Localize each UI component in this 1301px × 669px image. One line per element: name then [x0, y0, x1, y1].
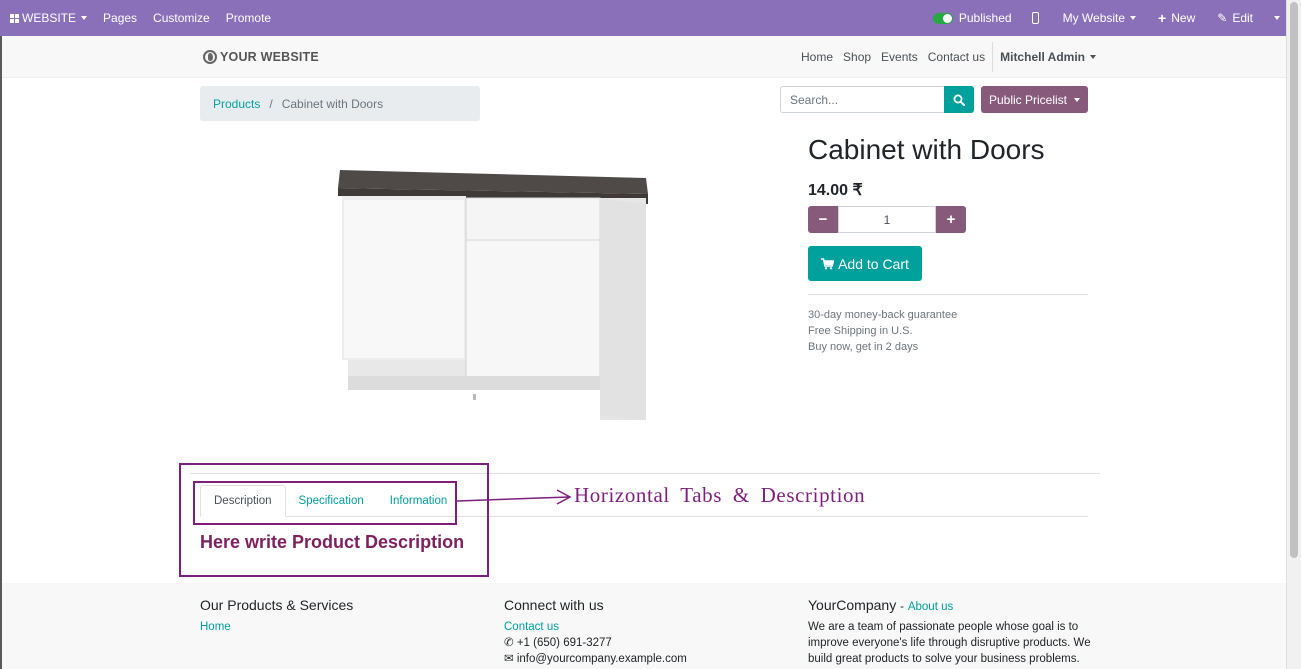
pencil-icon: ✎: [1217, 11, 1228, 25]
product-price: 14.00 ₹: [808, 182, 863, 199]
my-website-label: My Website: [1062, 11, 1126, 25]
site-logo[interactable]: YOUR WEBSITE: [203, 50, 319, 64]
breadcrumb-products[interactable]: Products: [213, 97, 260, 111]
customize-menu[interactable]: Customize: [145, 0, 218, 36]
product-search: [780, 86, 974, 113]
footer-email: ✉ info@yourcompany.example.com: [504, 651, 687, 667]
edit-label: Edit: [1232, 11, 1253, 25]
company-name: YourCompany: [808, 597, 897, 613]
new-button[interactable]: + New: [1150, 0, 1209, 36]
apps-grid-icon: [10, 13, 19, 23]
breadcrumb-current: Cabinet with Doors: [281, 96, 384, 111]
toggle-switch-icon: [932, 12, 953, 24]
footer-company-column: YourCompany - About us We are a team of …: [808, 597, 1093, 667]
website-menu[interactable]: WEBSITE: [0, 0, 95, 36]
about-us-link[interactable]: About us: [908, 601, 953, 613]
mobile-icon: [1031, 12, 1039, 24]
envelope-icon: ✉: [504, 653, 514, 665]
footer-products-title: Our Products & Services: [200, 597, 354, 613]
caret-down-icon: [1274, 16, 1280, 20]
globe-icon: [203, 50, 217, 64]
page-scrollbar[interactable]: [1286, 0, 1301, 669]
scrollbar-thumb[interactable]: [1290, 2, 1298, 558]
divider: [808, 294, 1088, 295]
quantity-stepper: − +: [808, 206, 966, 233]
nav-shop[interactable]: Shop: [838, 50, 876, 64]
search-input[interactable]: [780, 86, 944, 113]
site-footer: Our Products & Services Home Connect wit…: [2, 583, 1286, 669]
pages-menu[interactable]: Pages: [95, 0, 145, 36]
user-menu[interactable]: Mitchell Admin: [995, 50, 1101, 64]
nav-contact-us[interactable]: Contact us: [923, 50, 990, 64]
quantity-input[interactable]: [838, 206, 936, 233]
footer-connect-title: Connect with us: [504, 597, 604, 613]
logo-text: YOUR WEBSITE: [220, 50, 319, 64]
caret-down-icon: [1090, 55, 1096, 59]
caret-down-icon: [81, 16, 88, 20]
company-description: We are a team of passionate people whose…: [808, 621, 1091, 665]
guarantee-item: Free Shipping in U.S.: [808, 325, 913, 337]
admin-toolbar: WEBSITE Pages Customize Promote Publishe…: [0, 0, 1286, 36]
footer-phone: ✆ +1 (650) 691-3277: [504, 635, 687, 651]
published-toggle[interactable]: Published: [925, 0, 1028, 36]
my-website-menu[interactable]: My Website: [1055, 0, 1150, 36]
shopping-cart-icon: [821, 257, 835, 269]
annotation-label: Horizontal Tabs & Description: [574, 483, 866, 507]
pricelist-label: Public Pricelist: [988, 92, 1068, 107]
guarantee-list: 30-day money-back guarantee Free Shippin…: [808, 307, 957, 355]
add-to-cart-button[interactable]: Add to Cart: [808, 246, 922, 281]
footer-home-link[interactable]: Home: [200, 619, 353, 635]
product-title: Cabinet with Doors: [808, 134, 1045, 165]
footer-connect-column: Connect with us Contact us ✆ +1 (650) 69…: [504, 597, 687, 667]
nav-events[interactable]: Events: [876, 50, 923, 64]
footer-company-title: YourCompany - About us: [808, 597, 1093, 613]
plus-icon: +: [946, 211, 956, 228]
guarantee-item: Buy now, get in 2 days: [808, 341, 919, 353]
quantity-decrease-button[interactable]: −: [808, 206, 838, 233]
guarantee-item: 30-day money-back guarantee: [808, 309, 958, 321]
promote-menu[interactable]: Promote: [218, 0, 279, 36]
minus-icon: −: [818, 211, 828, 228]
user-name: Mitchell Admin: [1000, 50, 1085, 64]
website-menu-label: WEBSITE: [22, 11, 77, 25]
edit-dropdown-toggle[interactable]: [1269, 0, 1286, 36]
nav-divider: [992, 42, 994, 72]
edit-button[interactable]: ✎ Edit: [1209, 0, 1269, 36]
caret-down-icon: [1130, 16, 1137, 20]
main-nav: Home Shop Events Contact us Mitchell Adm…: [796, 36, 1101, 78]
footer-products-column: Our Products & Services Home: [200, 597, 353, 635]
phone-number: +1 (650) 691-3277: [516, 637, 612, 649]
breadcrumb-separator: /: [269, 96, 273, 111]
new-label: New: [1171, 11, 1196, 25]
footer-contact-link[interactable]: Contact us: [504, 619, 687, 635]
plus-icon: +: [1158, 10, 1167, 26]
nav-home[interactable]: Home: [796, 50, 838, 64]
title-dash: -: [900, 601, 904, 613]
email-address: info@yourcompany.example.com: [516, 653, 687, 665]
phone-icon: ✆: [504, 637, 514, 649]
mobile-preview-button[interactable]: [1028, 0, 1055, 36]
annotation-arrow-icon: [457, 489, 572, 505]
pricelist-dropdown[interactable]: Public Pricelist: [981, 86, 1088, 113]
breadcrumb: Products / Cabinet with Doors: [200, 86, 480, 121]
annotation-tabs-box: [193, 481, 457, 525]
published-label: Published: [958, 11, 1012, 25]
quantity-increase-button[interactable]: +: [936, 206, 966, 233]
add-to-cart-label: Add to Cart: [838, 255, 909, 272]
product-image[interactable]: [330, 160, 660, 428]
search-icon: [953, 94, 965, 106]
search-button[interactable]: [944, 86, 974, 113]
caret-down-icon: [1074, 97, 1081, 102]
site-header: YOUR WEBSITE Home Shop Events Contact us…: [2, 36, 1286, 78]
window-left-edge: [0, 36, 2, 669]
